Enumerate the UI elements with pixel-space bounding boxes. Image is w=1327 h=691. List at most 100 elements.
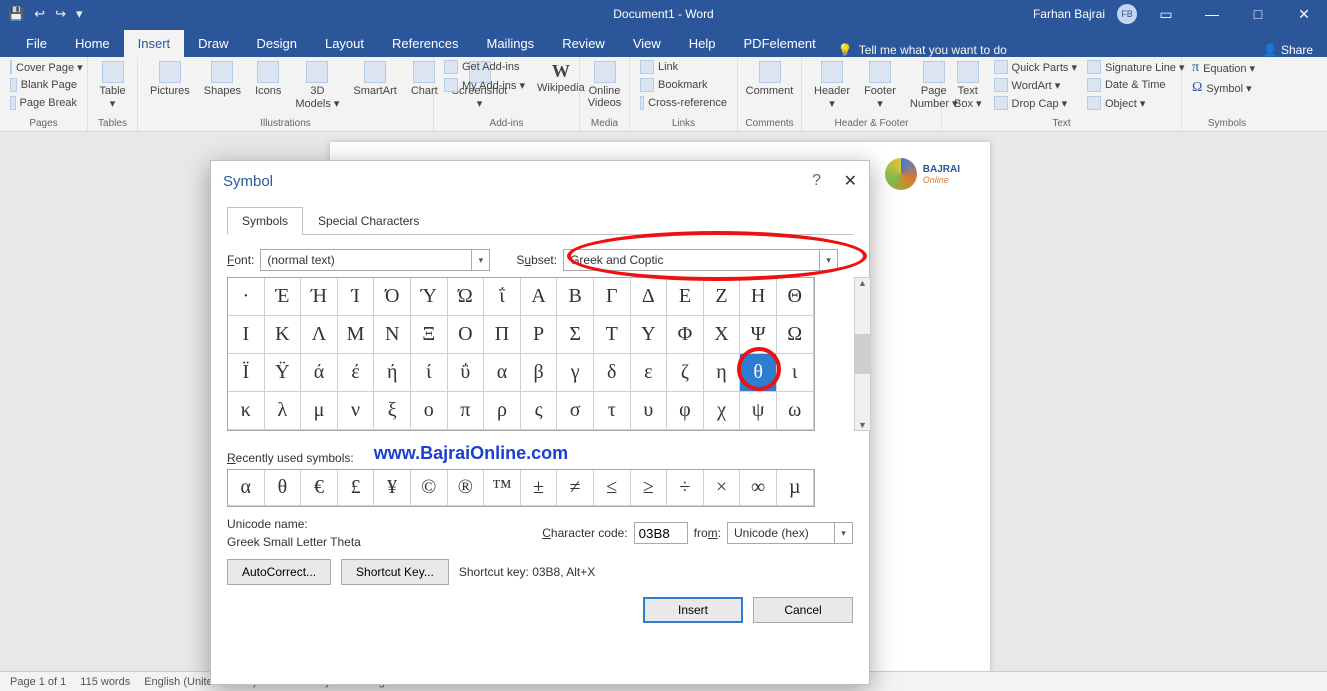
3d-models-button[interactable]: 3D Models ▾ <box>291 59 343 112</box>
recent-symbol-cell[interactable]: ≥ <box>631 470 668 506</box>
symbol-cell[interactable]: τ <box>594 392 631 430</box>
date-time-button[interactable]: Date & Time <box>1085 77 1187 93</box>
symbol-cell[interactable]: υ <box>631 392 668 430</box>
wordart-button[interactable]: WordArt ▾ <box>992 77 1079 93</box>
symbol-cell[interactable]: Τ <box>594 316 631 354</box>
symbol-cell[interactable]: Υ <box>631 316 668 354</box>
symbol-cell[interactable]: ή <box>374 354 411 392</box>
symbol-cell[interactable]: σ <box>557 392 594 430</box>
table-button[interactable]: Table▾ <box>96 59 129 112</box>
qat-more-icon[interactable]: ▾ <box>76 6 83 22</box>
symbol-cell[interactable]: ξ <box>374 392 411 430</box>
help-button[interactable]: ? <box>812 172 821 190</box>
equation-button[interactable]: πEquation ▾ <box>1190 59 1264 77</box>
symbol-cell[interactable]: Ε <box>667 278 704 316</box>
symbol-cell[interactable]: ά <box>301 354 338 392</box>
save-icon[interactable]: 💾 <box>8 6 24 22</box>
tab-references[interactable]: References <box>378 30 472 57</box>
recent-symbol-cell[interactable]: ± <box>521 470 558 506</box>
get-addins-button[interactable]: Get Add-ins <box>442 59 527 75</box>
symbol-cell[interactable]: ν <box>338 392 375 430</box>
cancel-button[interactable]: Cancel <box>753 597 853 623</box>
shortcut-key-button[interactable]: Shortcut Key... <box>341 559 449 585</box>
recent-symbol-cell[interactable]: € <box>301 470 338 506</box>
symbol-cell[interactable]: Ο <box>448 316 485 354</box>
scroll-down-icon[interactable]: ▼ <box>858 420 867 430</box>
recent-symbol-cell[interactable]: ∞ <box>740 470 777 506</box>
symbol-cell[interactable]: Ϊ <box>228 354 265 392</box>
footer-button[interactable]: Footer ▾ <box>860 59 900 112</box>
signature-line-button[interactable]: Signature Line ▾ <box>1085 59 1187 75</box>
icons-button[interactable]: Icons <box>251 59 285 99</box>
from-dropdown[interactable]: Unicode (hex) ▾ <box>727 522 853 544</box>
scroll-up-icon[interactable]: ▲ <box>858 278 867 288</box>
symbol-cell[interactable]: ο <box>411 392 448 430</box>
recent-symbol-cell[interactable]: α <box>228 470 265 506</box>
undo-icon[interactable]: ↩ <box>34 6 45 22</box>
recent-symbol-cell[interactable]: µ <box>777 470 814 506</box>
symbol-cell[interactable]: β <box>521 354 558 392</box>
recent-symbol-cell[interactable]: ® <box>448 470 485 506</box>
header-button[interactable]: Header ▾ <box>810 59 854 112</box>
symbol-cell[interactable]: Ι <box>228 316 265 354</box>
minimize-button[interactable]: — <box>1195 6 1229 22</box>
symbol-cell[interactable]: Ϋ <box>265 354 302 392</box>
recent-symbol-cell[interactable]: ÷ <box>667 470 704 506</box>
smartart-button[interactable]: SmartArt <box>349 59 400 99</box>
symbol-cell[interactable]: ΰ <box>448 354 485 392</box>
symbol-cell[interactable]: Ό <box>374 278 411 316</box>
symbol-cell[interactable]: Λ <box>301 316 338 354</box>
char-code-input[interactable] <box>634 522 688 544</box>
symbol-cell[interactable]: ι <box>777 354 814 392</box>
symbol-cell[interactable]: Ζ <box>704 278 741 316</box>
symbol-cell[interactable]: Ή <box>301 278 338 316</box>
tell-me-search[interactable]: 💡 Tell me what you want to do <box>838 43 1007 57</box>
redo-icon[interactable]: ↪ <box>55 6 66 22</box>
symbol-cell[interactable]: Ί <box>338 278 375 316</box>
shapes-button[interactable]: Shapes <box>200 59 245 99</box>
tab-view[interactable]: View <box>619 30 675 57</box>
symbol-button[interactable]: ΩSymbol ▾ <box>1190 79 1264 97</box>
tab-layout[interactable]: Layout <box>311 30 378 57</box>
symbol-cell[interactable]: δ <box>594 354 631 392</box>
symbol-cell[interactable]: φ <box>667 392 704 430</box>
recent-symbol-cell[interactable]: © <box>411 470 448 506</box>
maximize-button[interactable]: □ <box>1241 6 1275 22</box>
symbol-cell[interactable]: γ <box>557 354 594 392</box>
scroll-thumb[interactable] <box>855 334 870 374</box>
symbol-cell[interactable]: ψ <box>740 392 777 430</box>
symbol-cell[interactable]: ζ <box>667 354 704 392</box>
symbol-cell[interactable]: έ <box>338 354 375 392</box>
recent-symbol-cell[interactable]: ≤ <box>594 470 631 506</box>
symbol-cell[interactable]: ί <box>411 354 448 392</box>
tab-draw[interactable]: Draw <box>184 30 242 57</box>
link-button[interactable]: Link <box>638 59 729 75</box>
object-button[interactable]: Object ▾ <box>1085 95 1187 111</box>
pictures-button[interactable]: Pictures <box>146 59 194 99</box>
recent-symbol-cell[interactable]: ¥ <box>374 470 411 506</box>
close-dialog-button[interactable]: ✕ <box>844 171 857 191</box>
symbol-cell[interactable]: θ <box>740 354 777 392</box>
comment-button[interactable]: Comment <box>746 59 793 99</box>
user-avatar[interactable]: FB <box>1117 4 1137 24</box>
grid-scrollbar[interactable]: ▲ ▼ <box>854 277 871 431</box>
symbol-cell[interactable]: Ν <box>374 316 411 354</box>
symbol-cell[interactable]: Α <box>521 278 558 316</box>
symbol-cell[interactable]: χ <box>704 392 741 430</box>
close-window-button[interactable]: ✕ <box>1287 6 1321 23</box>
bookmark-button[interactable]: Bookmark <box>638 77 729 93</box>
symbol-cell[interactable]: Δ <box>631 278 668 316</box>
symbol-cell[interactable]: Ω <box>777 316 814 354</box>
status-page[interactable]: Page 1 of 1 <box>10 676 66 688</box>
tab-home[interactable]: Home <box>61 30 124 57</box>
text-box-button[interactable]: Text Box ▾ <box>950 59 986 112</box>
tab-mailings[interactable]: Mailings <box>473 30 549 57</box>
symbol-cell[interactable]: Η <box>740 278 777 316</box>
tab-help[interactable]: Help <box>675 30 730 57</box>
symbol-cell[interactable]: κ <box>228 392 265 430</box>
symbol-cell[interactable]: ΐ <box>484 278 521 316</box>
tab-insert[interactable]: Insert <box>124 30 185 57</box>
symbol-cell[interactable]: ε <box>631 354 668 392</box>
symbol-cell[interactable]: Β <box>557 278 594 316</box>
symbol-cell[interactable]: α <box>484 354 521 392</box>
